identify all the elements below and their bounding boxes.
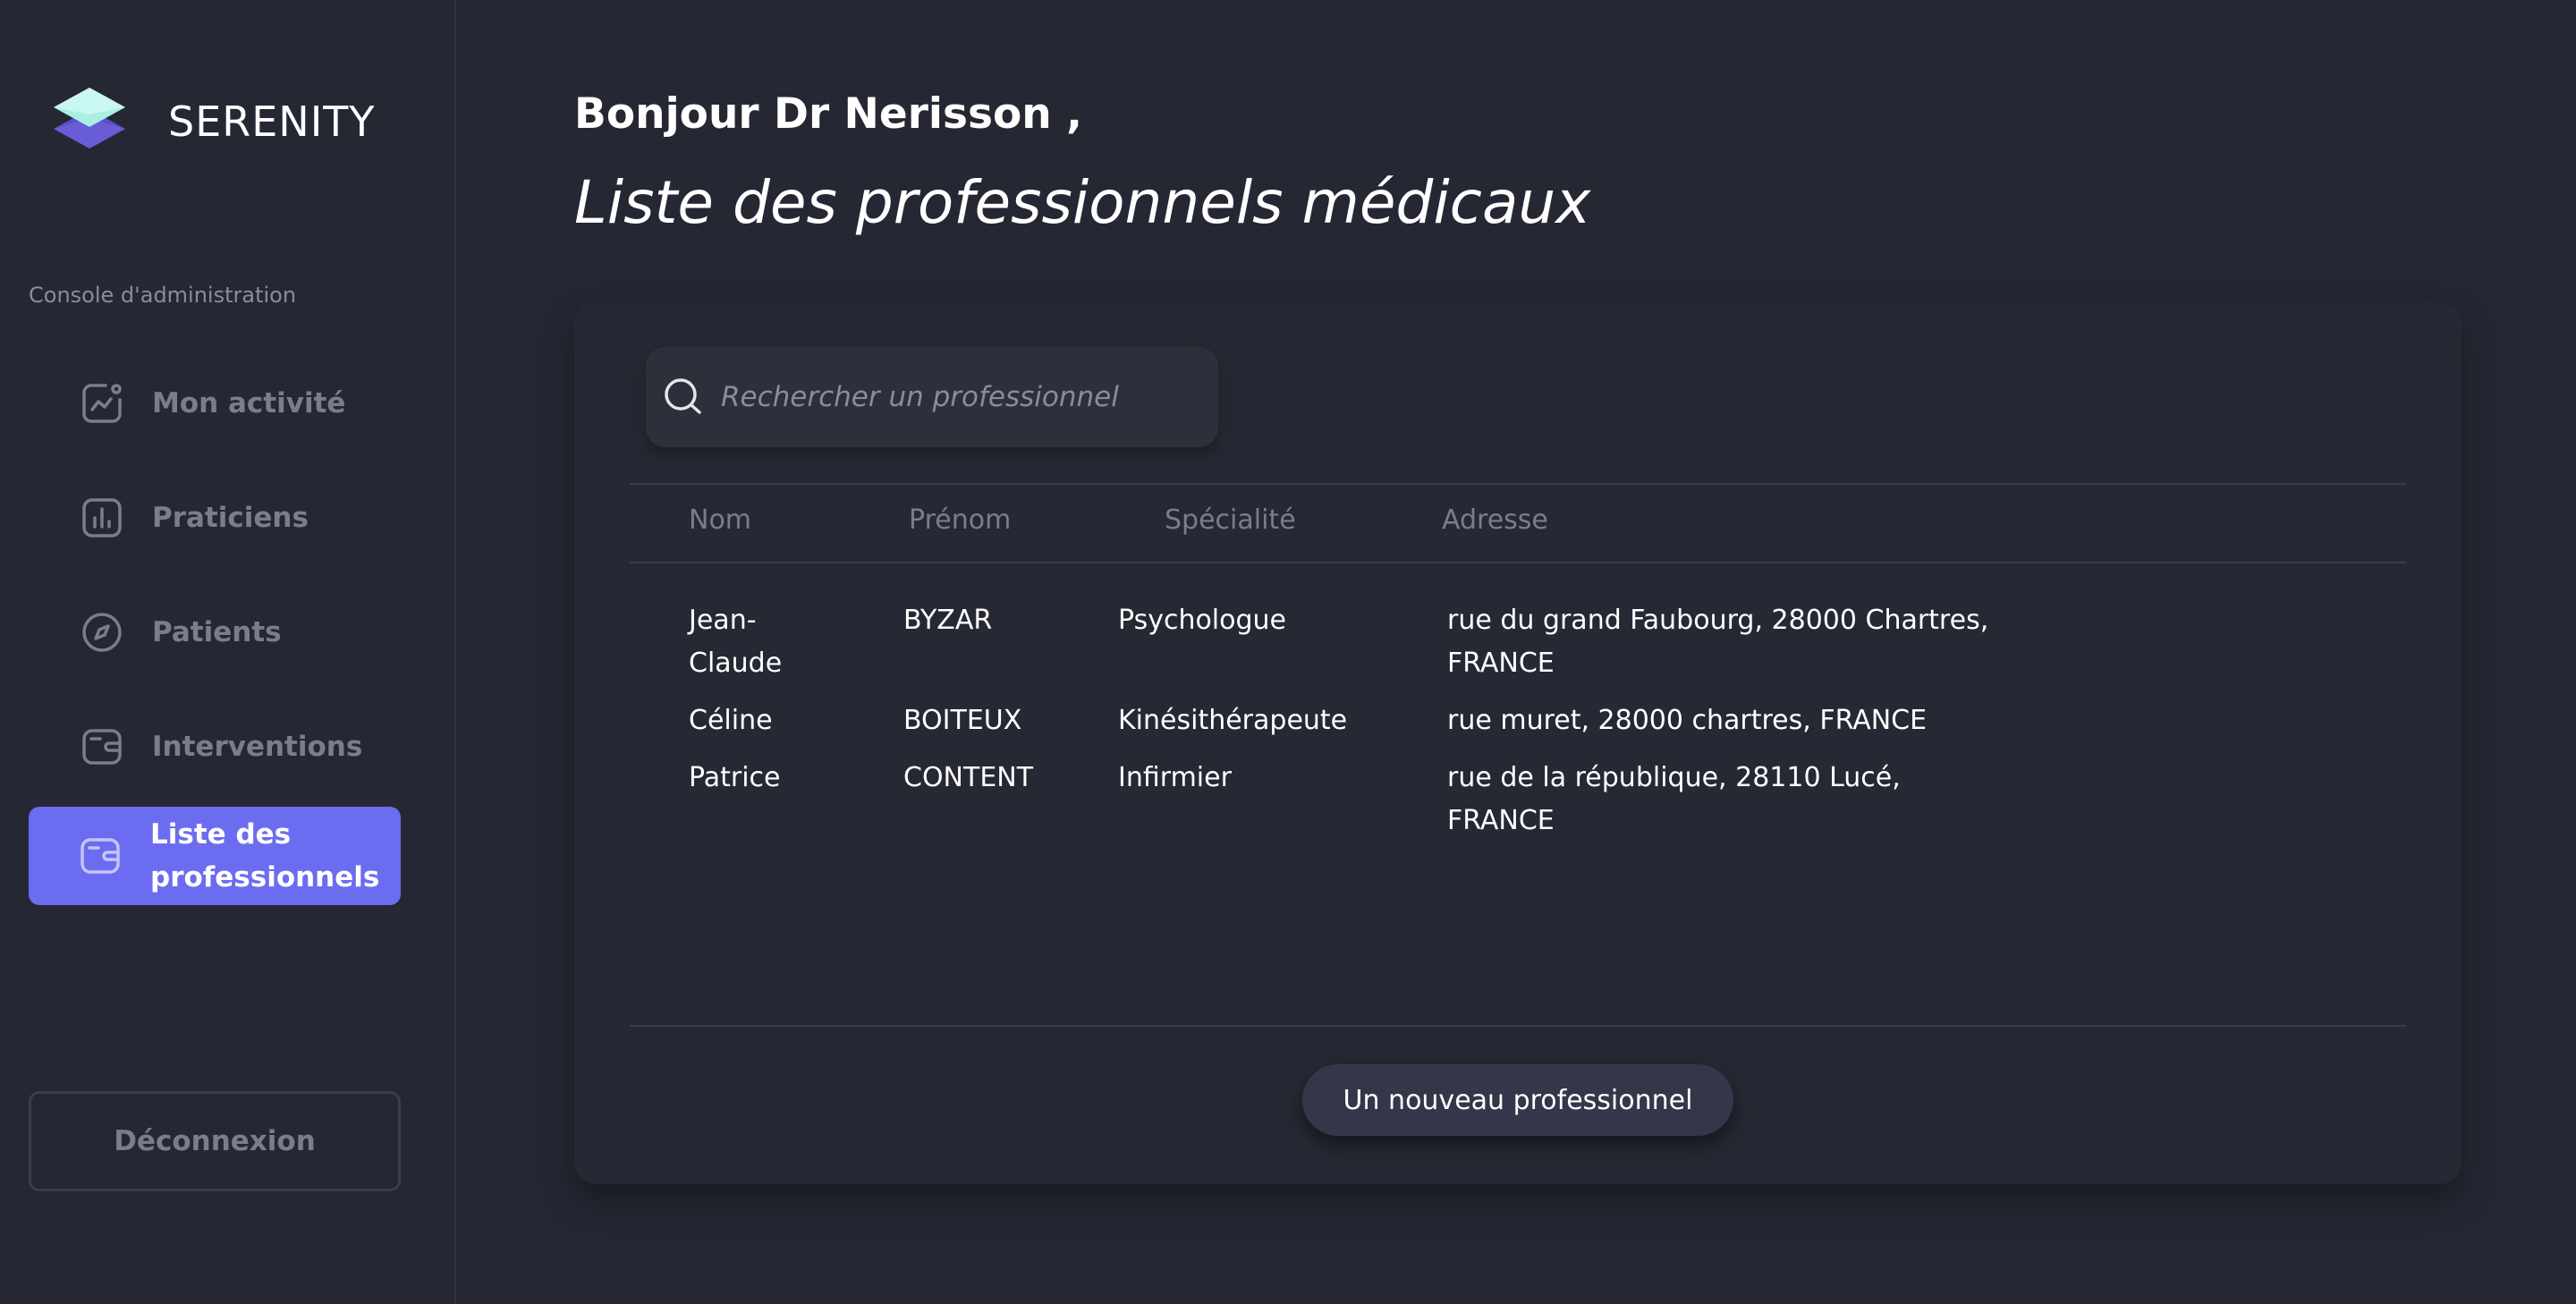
column-header-specialite[interactable]: Spécialité	[1165, 504, 1296, 536]
column-header-prenom[interactable]: Prénom	[909, 504, 1011, 536]
greeting: Bonjour Dr Nerisson ,	[574, 89, 1082, 139]
cell-adresse: rue de la république, 28110 Lucé, FRANCE	[1447, 762, 1901, 836]
cell-specialite: Infirmier	[1118, 762, 1232, 793]
search-input[interactable]	[719, 380, 1206, 414]
page-title: Liste des professionnels médicaux	[574, 168, 1591, 237]
sidebar-item-label: Praticiens	[152, 502, 309, 534]
sidebar-item-interventions[interactable]: Interventions	[29, 698, 401, 796]
professionals-card: Nom Prénom Spécialité Adresse Jean- Clau…	[574, 302, 2462, 1184]
sidebar-item-patients[interactable]: Patients	[29, 583, 401, 682]
cell-nom: Céline	[689, 705, 773, 736]
cell-nom: Patrice	[689, 762, 781, 793]
sidebar-item-mon-activite[interactable]: Mon activité	[29, 354, 401, 453]
cell-specialite: Psychologue	[1118, 605, 1287, 636]
cell-specialite: Kinésithérapeute	[1118, 705, 1348, 736]
activity-chart-icon	[82, 384, 122, 423]
table-bottom-divider	[630, 1025, 2406, 1027]
cell-adresse: rue muret, 28000 chartres, FRANCE	[1447, 705, 1928, 736]
sidebar-item-liste-des-professionnels[interactable]: Liste des professionnels	[29, 807, 401, 905]
cell-nom: Jean- Claude	[689, 605, 783, 679]
column-header-adresse[interactable]: Adresse	[1442, 504, 1548, 536]
search-icon	[665, 378, 701, 414]
table-top-divider	[630, 483, 2406, 485]
sidebar-item-label: Liste des professionnels	[150, 818, 380, 893]
column-header-nom[interactable]: Nom	[689, 504, 751, 536]
table-header-divider	[630, 562, 2406, 563]
logout-button[interactable]: Déconnexion	[29, 1091, 401, 1191]
cell-prenom: BOITEUX	[903, 705, 1022, 736]
brand[interactable]: SERENITY	[50, 82, 375, 161]
sidebar-item-label: Patients	[152, 616, 282, 648]
sidebar-item-label: Mon activité	[152, 387, 346, 419]
sidebar-item-label: Interventions	[152, 731, 363, 763]
cell-prenom: CONTENT	[903, 762, 1034, 793]
compass-icon	[82, 613, 122, 652]
layers-logo-icon	[54, 88, 125, 148]
search-box[interactable]	[646, 347, 1218, 447]
bar-chart-icon	[82, 498, 122, 538]
wallet-icon	[80, 838, 120, 874]
cell-prenom: BYZAR	[903, 605, 993, 636]
sidebar: SERENITY Console d'administration Mon ac…	[0, 0, 456, 1304]
new-professional-button[interactable]: Un nouveau professionnel	[1302, 1064, 1733, 1136]
brand-name: SERENITY	[168, 97, 376, 146]
sidebar-item-praticiens[interactable]: Praticiens	[29, 469, 401, 567]
wallet-icon	[82, 729, 122, 765]
section-label: Console d'administration	[29, 283, 297, 308]
cell-adresse: rue du grand Faubourg, 28000 Chartres, F…	[1447, 605, 1989, 679]
